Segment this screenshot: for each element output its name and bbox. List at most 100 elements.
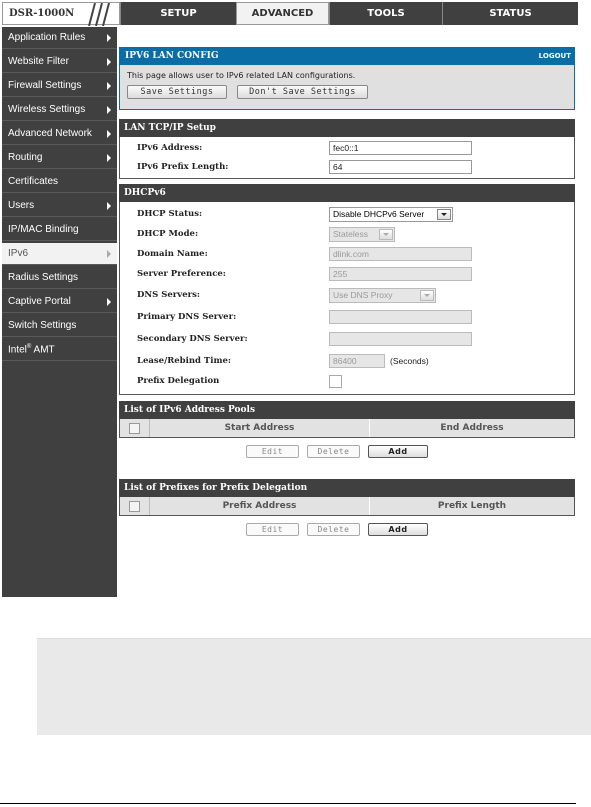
sidebar-item-label: Wireless Settings [8, 104, 86, 115]
select-all-prefixes-checkbox[interactable] [129, 500, 140, 512]
column-start-address: Start Address [150, 419, 370, 437]
column-end-address: End Address [440, 423, 504, 433]
dhcp-status-label: DHCP Status: [137, 209, 203, 219]
prefix-length-label: IPv6 Prefix Length: [137, 161, 229, 172]
caret-right-icon [107, 33, 111, 42]
sidebar-item-advanced-network[interactable]: Advanced Network [2, 123, 117, 145]
page-title: IPV6 LAN CONFIG [125, 51, 219, 61]
sidebar-item-radius-settings[interactable]: Radius Settings [2, 267, 117, 289]
lan-setup-header: LAN TCP/IP Setup [119, 119, 575, 137]
domain-name-input[interactable]: dlink.com [329, 247, 472, 261]
sidebar-item-application-rules[interactable]: Application Rules [2, 27, 117, 49]
product-logo: DSR-1000N [2, 2, 120, 26]
tab-tools-label: TOOLS [367, 8, 405, 19]
column-prefix-length: Prefix Length [437, 501, 507, 511]
sidebar-item-certificates[interactable]: Certificates [2, 171, 117, 193]
sidebar-item-ip-mac-binding[interactable]: IP/MAC Binding [2, 219, 117, 241]
prefixes-add-button[interactable]: Add [368, 523, 428, 536]
tab-setup[interactable]: SETUP [120, 2, 236, 25]
chevron-down-icon [379, 228, 393, 240]
sidebar-item-firewall-settings[interactable]: Firewall Settings [2, 75, 117, 97]
prefixes-table-header: Prefix Address Prefix Length [119, 497, 575, 516]
prefix-length-row: IPv6 Prefix Length: 64 [120, 157, 574, 176]
dhcpv6-header: DHCPv6 [119, 184, 575, 202]
chevron-down-icon [437, 208, 451, 220]
sidebar-item-switch-settings[interactable]: Switch Settings [2, 315, 117, 337]
sidebar-item-label: Certificates [8, 176, 59, 187]
sidebar-item-wireless-settings[interactable]: Wireless Settings [2, 99, 117, 121]
dhcp-mode-row: DHCP Mode: Stateless [120, 224, 574, 244]
address-pools-actions: Edit Delete Add [246, 445, 575, 463]
caret-right-icon [107, 249, 111, 258]
sidebar-item-ipv6[interactable]: IPv6 [2, 243, 117, 265]
tab-setup-label: SETUP [160, 8, 197, 19]
sidebar-item-routing[interactable]: Routing [2, 147, 117, 169]
amt-text: AMT [31, 344, 55, 356]
pools-edit-button[interactable]: Edit [246, 445, 299, 458]
prefixes-header: List of Prefixes for Prefix Delegation [119, 479, 575, 497]
sidebar-item-label: Firewall Settings [8, 80, 82, 91]
caret-right-icon [107, 105, 111, 114]
chevron-down-icon [420, 289, 434, 301]
sidebar-item-users[interactable]: Users [2, 195, 117, 217]
logout-link[interactable]: LOGOUT [539, 52, 571, 60]
sidebar-item-label: Intel® AMT [8, 344, 55, 355]
primary-dns-label: Primary DNS Server: [137, 312, 237, 322]
lease-time-input[interactable]: 86400 [329, 353, 385, 368]
sidebar-item-label: Application Rules [8, 32, 86, 43]
sidebar-item-intel-amt[interactable]: Intel® AMT [2, 339, 117, 361]
lease-time-label: Lease/Rebind Time: [137, 355, 232, 366]
logo-slashes-icon [88, 3, 110, 26]
primary-dns-row: Primary DNS Server: [120, 306, 574, 328]
ipv6-address-label: IPv6 Address: [137, 142, 203, 153]
ipv6-address-input[interactable]: fec0::1 [329, 140, 472, 155]
top-nav: DSR-1000N SETUP ADVANCED TOOLS STATUS [2, 2, 578, 26]
secondary-dns-row: Secondary DNS Server: [120, 328, 574, 350]
dhcp-status-row: DHCP Status: Disable DHCPv6 Server [120, 204, 574, 224]
select-all-pools-checkbox[interactable] [129, 422, 140, 434]
intel-text: Intel [8, 344, 27, 356]
pools-delete-button[interactable]: Delete [307, 445, 360, 458]
prefix-delegation-checkbox[interactable] [329, 374, 342, 388]
dont-save-settings-button[interactable]: Don't Save Settings [237, 85, 368, 99]
dns-servers-row: DNS Servers: Use DNS Proxy [120, 284, 574, 306]
caret-right-icon [107, 57, 111, 66]
save-settings-button[interactable]: Save Settings [127, 85, 227, 99]
server-preference-label: Server Preference: [137, 269, 226, 279]
secondary-dns-label: Secondary DNS Server: [137, 334, 248, 344]
sidebar-item-label: Users [8, 200, 35, 211]
prefix-delegation-row: Prefix Delegation [120, 371, 574, 391]
dhcp-status-select[interactable]: Disable DHCPv6 Server [329, 206, 453, 222]
dhcp-mode-value: Stateless [333, 229, 368, 239]
server-preference-input[interactable]: 255 [329, 267, 472, 281]
tab-advanced-label: ADVANCED [251, 8, 314, 19]
prefixes-edit-button[interactable]: Edit [246, 523, 299, 536]
empty-note-box [37, 638, 591, 735]
prefixes-actions: Edit Delete Add [246, 523, 575, 541]
sidebar-item-label: Radius Settings [8, 272, 79, 283]
secondary-dns-input[interactable] [329, 332, 472, 346]
prefixes-delete-button[interactable]: Delete [307, 523, 360, 536]
select-all-prefixes [120, 497, 150, 515]
config-header: IPV6 LAN CONFIG LOGOUT [119, 47, 575, 65]
main-content: IPV6 LAN CONFIG LOGOUT This page allows … [119, 47, 575, 541]
primary-dns-input[interactable] [329, 310, 472, 324]
address-pools-table-header: Start Address End Address [119, 419, 575, 438]
sidebar-item-captive-portal[interactable]: Captive Portal [2, 291, 117, 313]
column-prefix-address: Prefix Address [150, 497, 370, 515]
pools-add-button[interactable]: Add [368, 445, 428, 458]
prefix-delegation-label: Prefix Delegation [137, 376, 220, 386]
sidebar-item-website-filter[interactable]: Website Filter [2, 51, 117, 73]
lan-setup-section: IPv6 Address: fec0::1 IPv6 Prefix Length… [119, 137, 575, 179]
dhcp-mode-label: DHCP Mode: [137, 229, 199, 239]
tab-status[interactable]: STATUS [442, 2, 578, 25]
dhcp-mode-select[interactable]: Stateless [329, 226, 395, 242]
caret-right-icon [107, 201, 111, 210]
tab-advanced[interactable]: ADVANCED [236, 2, 329, 25]
tab-status-label: STATUS [489, 8, 532, 19]
prefix-length-input[interactable]: 64 [329, 159, 472, 174]
page-divider [0, 803, 576, 804]
dns-servers-select[interactable]: Use DNS Proxy [329, 287, 436, 303]
dhcpv6-section: DHCP Status: Disable DHCPv6 Server DHCP … [119, 202, 575, 395]
tab-tools[interactable]: TOOLS [329, 2, 442, 25]
